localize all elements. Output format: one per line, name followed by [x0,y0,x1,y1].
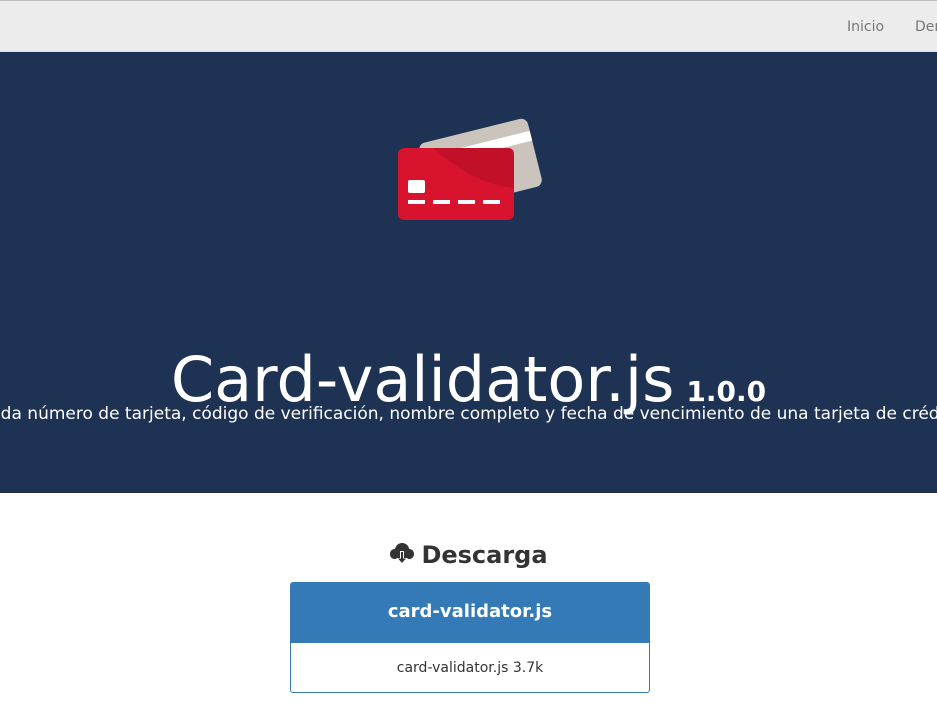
download-panel: card-validator.js card-validator.js 3.7k [290,582,650,693]
download-heading: Descarga [0,541,937,569]
download-heading-text: Descarga [421,541,548,569]
top-navbar: Inicio Demo [0,0,937,52]
nav-link-inicio[interactable]: Inicio [847,19,884,35]
download-panel-body: card-validator.js 3.7k [291,643,649,692]
download-panel-title: card-validator.js [291,583,649,643]
cloud-download-icon [390,543,415,565]
credit-card-icon [398,118,542,220]
project-description: Valida número de tarjeta, código de veri… [0,404,937,424]
hero-banner: Card-validator.js 1.0.0 Valida número de … [0,52,937,493]
download-file-link[interactable]: card-validator.js 3.7k [397,660,543,676]
nav-link-demo[interactable]: Demo [915,19,937,35]
nav-menu: Inicio Demo [0,1,937,53]
